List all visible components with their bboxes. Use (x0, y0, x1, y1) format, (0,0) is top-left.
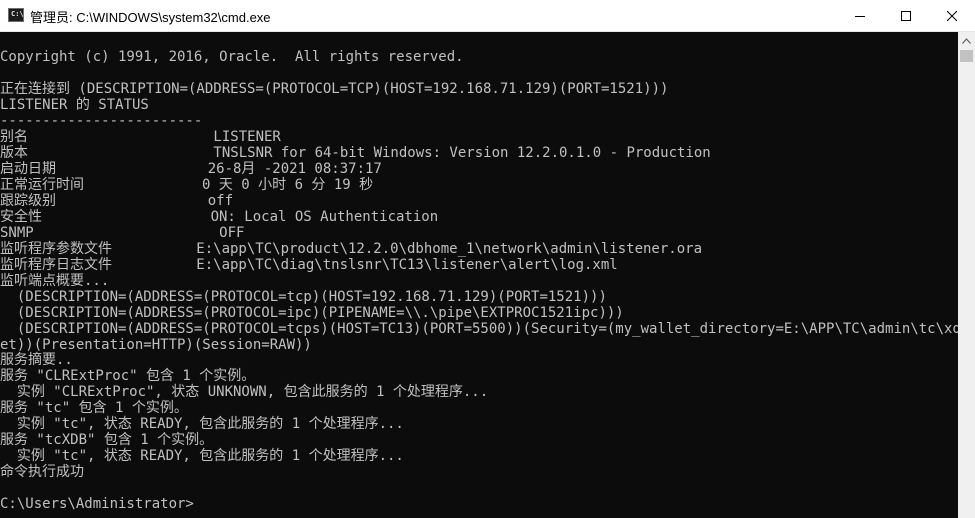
cmd-icon[interactable]: C:\ (8, 8, 24, 22)
console-line: 启动日期 26-8月 -2021 08:37:17 (0, 161, 382, 177)
close-icon (947, 10, 957, 21)
cmd-window: C:\ 管理员: C:\WINDOWS\system32\cmd.exe Cop… (0, 0, 975, 518)
maximize-icon (901, 10, 911, 21)
console-line: 安全性 ON: Local OS Authentication (0, 209, 439, 225)
console-line: 实例 "CLRExtProc", 状态 UNKNOWN, 包含此服务的 1 个处… (0, 384, 489, 400)
window-title: 管理员: C:\WINDOWS\system32\cmd.exe (30, 10, 271, 25)
console-output[interactable]: Copyright (c) 1991, 2016, Oracle. All ri… (0, 32, 958, 518)
console-line: 正常运行时间 0 天 0 小时 6 分 19 秒 (0, 177, 374, 193)
console-line: 别名 LISTENER (0, 129, 281, 145)
console-line: 跟踪级别 off (0, 193, 234, 209)
console-line: 实例 "tc", 状态 READY, 包含此服务的 1 个处理程序... (0, 416, 404, 432)
console-line: LISTENER 的 STATUS (0, 97, 149, 113)
console-line: 版本 TNSLSNR for 64-bit Windows: Version 1… (0, 145, 711, 161)
minimize-button[interactable] (837, 0, 883, 31)
console-line: (DESCRIPTION=(ADDRESS=(PROTOCOL=tcp)(HOS… (0, 289, 607, 305)
console-line: 正在连接到 (DESCRIPTION=(ADDRESS=(PROTOCOL=TC… (0, 81, 669, 97)
console-line: Copyright (c) 1991, 2016, Oracle. All ri… (0, 49, 464, 65)
console-line: 服务摘要.. (0, 352, 73, 368)
console-line: 服务 "tcXDB" 包含 1 个实例。 (0, 432, 214, 448)
vertical-scrollbar[interactable] (958, 32, 975, 518)
cmd-icon-text: C:\ (11, 10, 24, 18)
console-line: (DESCRIPTION=(ADDRESS=(PROTOCOL=ipc)(PIP… (0, 305, 624, 321)
console-line: ------------------------ (0, 113, 203, 129)
close-button[interactable] (929, 0, 975, 31)
console-line: 监听端点概要... (0, 273, 110, 289)
console-line: SNMP OFF (0, 225, 245, 241)
scroll-up-button[interactable] (958, 32, 975, 49)
console-line: 服务 "CLRExtProc" 包含 1 个实例。 (0, 368, 256, 384)
title-bar[interactable]: C:\ 管理员: C:\WINDOWS\system32\cmd.exe (0, 0, 975, 32)
console-line: (DESCRIPTION=(ADDRESS=(PROTOCOL=tcps)(HO… (0, 321, 958, 337)
minimize-icon (855, 15, 865, 17)
console-line: 监听程序日志文件 E:\app\TC\diag\tnslsnr\TC13\lis… (0, 257, 618, 273)
console-line: 服务 "tc" 包含 1 个实例。 (0, 400, 188, 416)
maximize-button[interactable] (883, 0, 929, 31)
console-line: et))(Presentation=HTTP)(Session=RAW)) (0, 337, 312, 353)
console-line: 监听程序参数文件 E:\app\TC\product\12.2.0\dbhome… (0, 241, 703, 257)
scroll-thumb[interactable] (960, 50, 973, 62)
console-line: 实例 "tc", 状态 READY, 包含此服务的 1 个处理程序... (0, 448, 404, 464)
scroll-up-arrow-icon (962, 37, 971, 44)
console-line: C:\Users\Administrator> (0, 496, 194, 512)
console-line: 命令执行成功 (0, 464, 84, 480)
